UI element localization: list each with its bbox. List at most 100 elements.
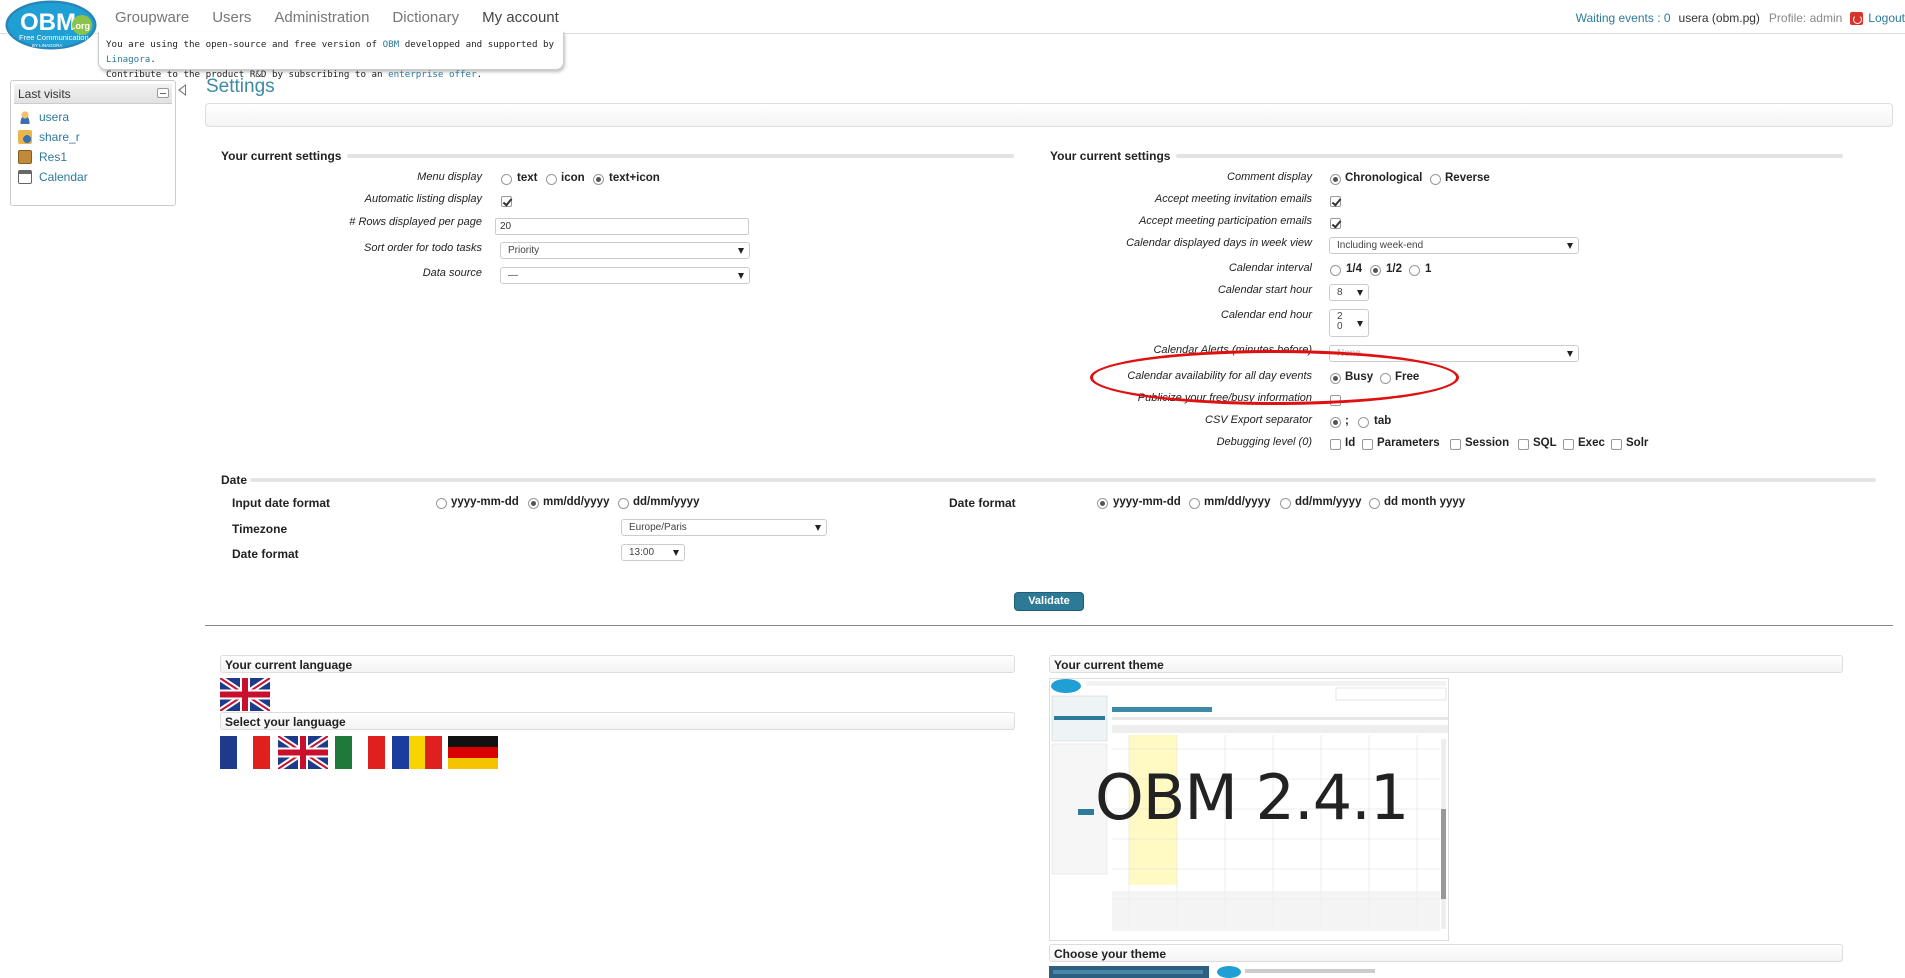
flag-french-icon[interactable] (220, 736, 270, 769)
availability-free-label: Free (1395, 371, 1420, 383)
input-yyyy-mm-dd-radio[interactable] (436, 498, 447, 509)
user-status: Waiting events : 0 usera (obm.pg) Profil… (1576, 11, 1905, 25)
auto-listing-checkbox[interactable] (501, 196, 512, 207)
date-mm-dd-yyyy-radio[interactable] (1189, 498, 1200, 509)
data-source-value: — (508, 270, 518, 281)
comment-chronological-radio[interactable] (1330, 174, 1341, 185)
timezone-select[interactable]: Europe/Paris (621, 519, 827, 536)
nav-administration[interactable]: Administration (274, 9, 369, 26)
logo-by: BY LINAGORA (32, 43, 62, 48)
availability-busy-radio[interactable] (1330, 373, 1341, 384)
flag-german-icon[interactable] (448, 736, 498, 769)
menu-display-text-radio[interactable] (501, 174, 512, 185)
menu-display-textplusicon-label: text+icon (609, 172, 660, 184)
left-settings-title: Your current settings (221, 149, 342, 163)
input-date-format-label: Input date format (232, 496, 330, 510)
sidebar-item-share-r[interactable]: share_r (11, 127, 175, 147)
end-hour-select[interactable]: 20 (1329, 309, 1369, 337)
theme-thumbnail[interactable] (1049, 966, 1379, 978)
nav-groupware[interactable]: Groupware (115, 9, 189, 26)
interval-one-radio[interactable] (1409, 265, 1420, 276)
start-hour-select[interactable]: 8 (1329, 284, 1369, 301)
nav-users[interactable]: Users (212, 9, 251, 26)
input-mm-dd-yyyy-radio[interactable] (528, 498, 539, 509)
nav-dictionary[interactable]: Dictionary (392, 9, 459, 26)
auto-listing-label: Automatic listing display (364, 193, 482, 205)
displayed-days-select[interactable]: Including week-end (1329, 237, 1579, 254)
chevron-down-icon (1567, 243, 1573, 249)
debug-solr-checkbox[interactable] (1611, 439, 1622, 450)
minimize-icon[interactable] (157, 88, 169, 98)
debug-session-checkbox[interactable] (1450, 439, 1461, 450)
accept-invitation-label: Accept meeting invitation emails (1154, 193, 1312, 205)
banner-text: . (150, 54, 156, 65)
date-format-label: Date format (232, 547, 299, 561)
sidebar-item-label: usera (39, 110, 70, 124)
csv-tab-radio[interactable] (1358, 417, 1369, 428)
input-dd-mm-yyyy-radio[interactable] (618, 498, 629, 509)
displayed-days-value: Including week-end (1337, 240, 1424, 251)
current-theme-header: Your current theme (1049, 655, 1843, 673)
comment-reverse-radio[interactable] (1430, 174, 1441, 185)
flag-romanian-icon[interactable] (392, 736, 442, 769)
menu-display-textplusicon-radio[interactable] (593, 174, 604, 185)
comment-reverse-label: Reverse (1445, 172, 1490, 184)
sidebar-item-label: share_r (39, 130, 80, 144)
flag-italian-icon[interactable] (335, 736, 385, 769)
date-yyyy-mm-dd-radio[interactable] (1097, 498, 1108, 509)
sidebar-item-res1[interactable]: Res1 (11, 147, 175, 167)
obm-link[interactable]: OBM (383, 39, 400, 50)
debug-solr-label: Solr (1626, 437, 1649, 449)
debug-id-checkbox[interactable] (1330, 439, 1341, 450)
date-dd-mm-yyyy-radio[interactable] (1280, 498, 1291, 509)
linagora-link[interactable]: Linagora (106, 54, 150, 65)
availability-free-radio[interactable] (1380, 373, 1391, 384)
debug-level-label: Debugging level (0) (1216, 436, 1312, 448)
rows-per-page-label: # Rows displayed per page (349, 216, 482, 228)
validate-button[interactable]: Validate (1014, 592, 1084, 611)
last-visits-title: Last visits (18, 87, 71, 101)
calendar-alerts-label: Calendar Alerts (minutes before) (1153, 344, 1312, 356)
last-visits-panel: Last visits usera share_r Res1 Calendar (10, 80, 176, 206)
menu-display-icon-label: icon (561, 172, 585, 184)
waiting-events-link[interactable]: Waiting events : 0 (1576, 11, 1671, 25)
menu-display-icon-radio[interactable] (546, 174, 557, 185)
csv-tab-label: tab (1374, 415, 1392, 427)
sort-order-label: Sort order for todo tasks (364, 242, 482, 254)
interval-quarter-radio[interactable] (1330, 265, 1341, 276)
date-dd-month-yyyy-radio[interactable] (1369, 498, 1380, 509)
accept-invitation-checkbox[interactable] (1330, 196, 1341, 207)
sort-order-select[interactable]: Priority (500, 242, 750, 259)
debug-parameters-checkbox[interactable] (1362, 439, 1373, 450)
accept-participation-checkbox[interactable] (1330, 218, 1341, 229)
timezone-label: Timezone (232, 522, 288, 536)
menu-display-label: Menu display (417, 171, 482, 183)
debug-sql-checkbox[interactable] (1518, 439, 1529, 450)
logout-link[interactable]: Logout (1868, 11, 1905, 25)
time-format-select[interactable]: 13:00 (621, 544, 685, 561)
csv-semicolon-radio[interactable] (1330, 417, 1341, 428)
interval-quarter-label: 1/4 (1346, 263, 1362, 275)
flag-english-icon[interactable] (278, 736, 328, 769)
chevron-down-icon (738, 273, 744, 279)
sort-order-value: Priority (508, 245, 540, 256)
interval-half-radio[interactable] (1370, 265, 1381, 276)
publicize-checkbox[interactable] (1330, 395, 1341, 406)
data-source-select[interactable]: — (500, 267, 750, 284)
sidebar-item-calendar[interactable]: Calendar (11, 167, 175, 187)
logout-icon[interactable] (1850, 11, 1864, 25)
obm-logo[interactable]: OBM .org Free Communication BY LINAGORA (2, 0, 100, 54)
logo-sub: Free Communication (19, 33, 89, 42)
debug-exec-checkbox[interactable] (1563, 439, 1574, 450)
debug-sql-label: SQL (1533, 437, 1557, 449)
main-nav: Groupware Users Administration Dictionar… (115, 9, 582, 26)
chevron-down-icon (1357, 290, 1363, 296)
debug-id-label: Id (1345, 437, 1356, 449)
comment-chronological-label: Chronological (1345, 172, 1423, 184)
collapse-sidebar-icon[interactable] (178, 84, 186, 96)
calendar-alerts-select[interactable]: None (1329, 345, 1579, 362)
sidebar-item-usera[interactable]: usera (11, 107, 175, 127)
nav-my-account[interactable]: My account (482, 9, 559, 26)
rows-per-page-input[interactable]: 20 (495, 218, 749, 235)
enterprise-offer-link[interactable]: enterprise offer (388, 69, 477, 80)
